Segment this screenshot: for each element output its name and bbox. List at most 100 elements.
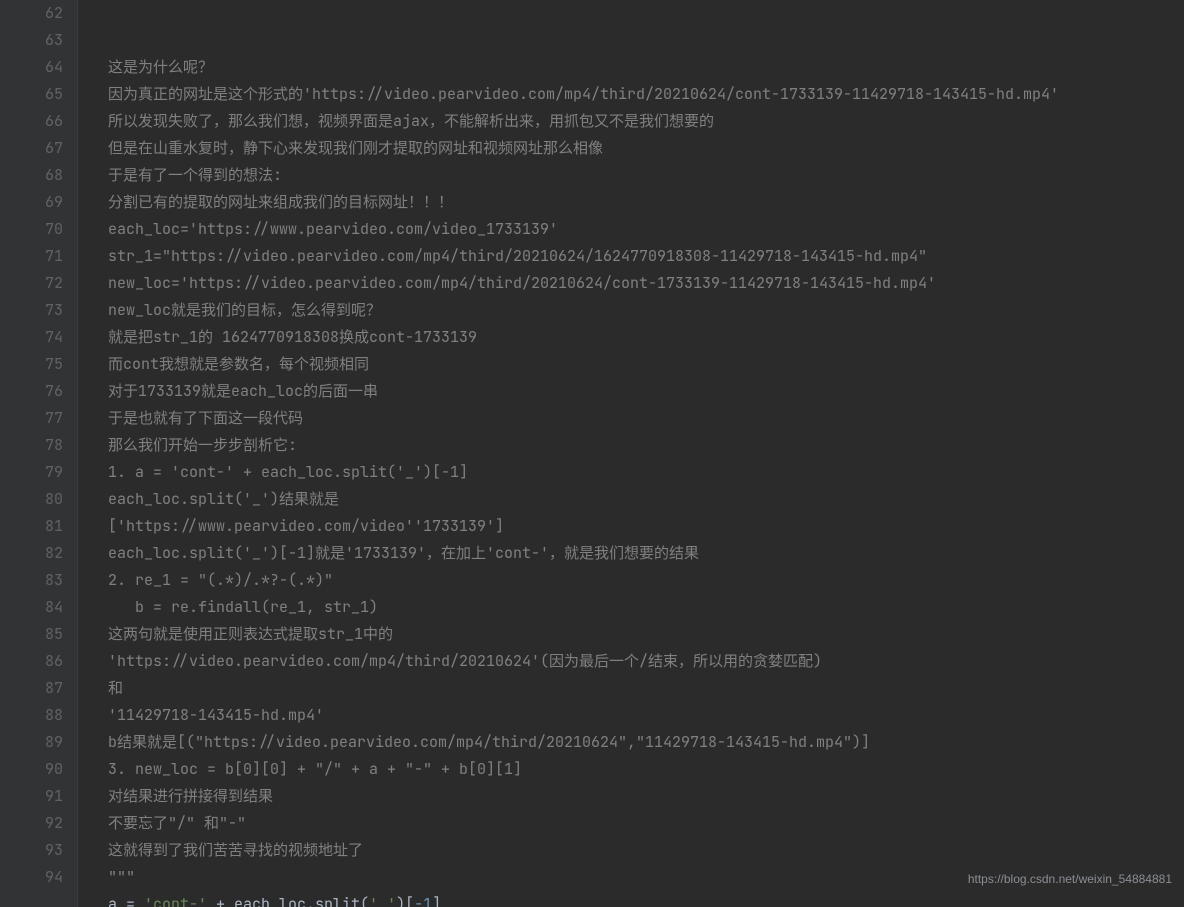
code-line[interactable]: 于是有了一个得到的想法: <box>108 162 1184 189</box>
line-number: 79 <box>0 459 63 486</box>
line-number: 86 <box>0 648 63 675</box>
comment-text: 对结果进行拼接得到结果 <box>108 786 273 806</box>
code-line[interactable]: 这两句就是使用正则表达式提取str_1中的 <box>108 621 1184 648</box>
code-line[interactable]: 1. a = 'cont-' + each_loc.split('_')[-1] <box>108 459 1184 486</box>
comment-text: 对于1733139就是each_loc的后面一串 <box>108 381 378 401</box>
code-line[interactable]: '11429718-143415-hd.mp4' <box>108 702 1184 729</box>
code-line[interactable]: 这是为什么呢？ <box>108 54 1184 81</box>
code-token: + each_loc.split( <box>207 894 369 907</box>
code-area[interactable]: 这是为什么呢？ 因为真正的网址是这个形式的'https://video.pearv… <box>78 0 1184 907</box>
line-number: 80 <box>0 486 63 513</box>
code-line[interactable]: 分割已有的提取的网址来组成我们的目标网址！！！ <box>108 189 1184 216</box>
code-token: 'cont-' <box>144 894 207 907</box>
line-number: 85 <box>0 621 63 648</box>
code-line[interactable]: a = 'cont-' + each_loc.split('_')[-1] <box>108 891 1184 907</box>
comment-text: str_1="https://video.pearvideo.com/mp4/t… <box>108 246 927 266</box>
code-line[interactable]: 对结果进行拼接得到结果 <box>108 783 1184 810</box>
code-line[interactable]: """ <box>108 864 1184 891</box>
code-token: )[ <box>396 894 414 907</box>
code-editor: 6263646566676869707172737475767778798081… <box>0 0 1184 907</box>
line-number: 92 <box>0 810 63 837</box>
code-line[interactable]: 但是在山重水复时，静下心来发现我们刚才提取的网址和视频网址那么相像 <box>108 135 1184 162</box>
line-number: 71 <box>0 243 63 270</box>
comment-text: '11429718-143415-hd.mp4' <box>108 705 324 725</box>
comment-text: each_loc='https://www.pearvideo.com/vide… <box>108 219 558 239</box>
code-line[interactable]: 而cont我想就是参数名，每个视频相同 <box>108 351 1184 378</box>
code-line[interactable]: each_loc='https://www.pearvideo.com/vide… <box>108 216 1184 243</box>
comment-text: 因为真正的网址是这个形式的'https://video.pearvideo.co… <box>108 84 1059 104</box>
line-number: 66 <box>0 108 63 135</box>
line-number: 93 <box>0 837 63 864</box>
code-line[interactable]: 2. re_1 = "(.*)/.*?-(.*)" <box>108 567 1184 594</box>
code-line[interactable]: 所以发现失败了，那么我们想，视频界面是ajax，不能解析出来，用抓包又不是我们想… <box>108 108 1184 135</box>
code-line[interactable]: b结果就是[("https://video.pearvideo.com/mp4/… <box>108 729 1184 756</box>
code-token: a <box>108 894 126 907</box>
line-number: 94 <box>0 864 63 891</box>
comment-text: """ <box>108 867 135 887</box>
code-line[interactable]: new_loc='https://video.pearvideo.com/mp4… <box>108 270 1184 297</box>
comment-text: 这就得到了我们苦苦寻找的视频地址了 <box>108 840 363 860</box>
comment-text: 就是把str_1的 1624770918308换成cont-1733139 <box>108 327 477 347</box>
line-number: 76 <box>0 378 63 405</box>
line-number: 87 <box>0 675 63 702</box>
comment-text: new_loc='https://video.pearvideo.com/mp4… <box>108 273 936 293</box>
comment-text: 于是也就有了下面这一段代码 <box>108 408 303 428</box>
line-number: 89 <box>0 729 63 756</box>
comment-text: 和 <box>108 678 123 698</box>
line-number: 73 <box>0 297 63 324</box>
line-number: 75 <box>0 351 63 378</box>
code-line[interactable]: 'https://video.pearvideo.com/mp4/third/2… <box>108 648 1184 675</box>
code-line[interactable]: each_loc.split('_')结果就是 <box>108 486 1184 513</box>
code-line[interactable]: 3. new_loc = b[0][0] + "/" + a + "-" + b… <box>108 756 1184 783</box>
comment-text: 于是有了一个得到的想法: <box>108 165 282 185</box>
comment-text: 但是在山重水复时，静下心来发现我们刚才提取的网址和视频网址那么相像 <box>108 138 603 158</box>
code-line[interactable]: 就是把str_1的 1624770918308换成cont-1733139 <box>108 324 1184 351</box>
code-line[interactable]: ['https://www.pearvideo.com/video''17331… <box>108 513 1184 540</box>
code-token: = <box>126 894 144 907</box>
comment-text: 1. a = 'cont-' + each_loc.split('_')[-1] <box>108 462 468 482</box>
comment-text: 这两句就是使用正则表达式提取str_1中的 <box>108 624 393 644</box>
comment-text: each_loc.split('_')结果就是 <box>108 489 339 509</box>
code-line[interactable]: new_loc就是我们的目标，怎么得到呢？ <box>108 297 1184 324</box>
code-line[interactable]: 这就得到了我们苦苦寻找的视频地址了 <box>108 837 1184 864</box>
code-line[interactable]: 那么我们开始一步步剖析它: <box>108 432 1184 459</box>
line-number: 69 <box>0 189 63 216</box>
code-line[interactable]: 因为真正的网址是这个形式的'https://video.pearvideo.co… <box>108 81 1184 108</box>
comment-text: 不要忘了"/" 和"-" <box>108 813 246 833</box>
line-number: 84 <box>0 594 63 621</box>
code-line[interactable]: str_1="https://video.pearvideo.com/mp4/t… <box>108 243 1184 270</box>
comment-text: 所以发现失败了，那么我们想，视频界面是ajax，不能解析出来，用抓包又不是我们想… <box>108 111 714 131</box>
line-number: 74 <box>0 324 63 351</box>
comment-text: 这是为什么呢？ <box>108 57 213 77</box>
line-number: 67 <box>0 135 63 162</box>
code-line[interactable]: each_loc.split('_')[-1]就是'1733139'，在加上'c… <box>108 540 1184 567</box>
line-number: 78 <box>0 432 63 459</box>
code-token: -1 <box>414 894 432 907</box>
line-number: 90 <box>0 756 63 783</box>
comment-text: 3. new_loc = b[0][0] + "/" + a + "-" + b… <box>108 759 522 779</box>
comment-text: new_loc就是我们的目标，怎么得到呢？ <box>108 300 381 320</box>
code-line[interactable]: 于是也就有了下面这一段代码 <box>108 405 1184 432</box>
line-number: 72 <box>0 270 63 297</box>
comment-text: b结果就是[("https://video.pearvideo.com/mp4/… <box>108 732 870 752</box>
code-line[interactable]: b = re.findall(re_1, str_1) <box>108 594 1184 621</box>
line-number: 91 <box>0 783 63 810</box>
line-number: 83 <box>0 567 63 594</box>
comment-text: 分割已有的提取的网址来组成我们的目标网址！！！ <box>108 192 453 212</box>
line-number: 63 <box>0 27 63 54</box>
comment-text: ['https://www.pearvideo.com/video''17331… <box>108 516 504 536</box>
code-line[interactable]: 不要忘了"/" 和"-" <box>108 810 1184 837</box>
line-number: 68 <box>0 162 63 189</box>
line-number: 70 <box>0 216 63 243</box>
comment-text: 那么我们开始一步步剖析它: <box>108 435 297 455</box>
code-line[interactable]: 对于1733139就是each_loc的后面一串 <box>108 378 1184 405</box>
code-token: '_' <box>369 894 396 907</box>
code-line[interactable]: 和 <box>108 675 1184 702</box>
comment-text: 'https://video.pearvideo.com/mp4/third/2… <box>108 651 822 671</box>
line-number: 64 <box>0 54 63 81</box>
comment-text: 2. re_1 = "(.*)/.*?-(.*)" <box>108 570 333 590</box>
comment-text: b = re.findall(re_1, str_1) <box>108 597 378 617</box>
comment-text: 而cont我想就是参数名，每个视频相同 <box>108 354 369 374</box>
line-number: 82 <box>0 540 63 567</box>
line-number: 65 <box>0 81 63 108</box>
